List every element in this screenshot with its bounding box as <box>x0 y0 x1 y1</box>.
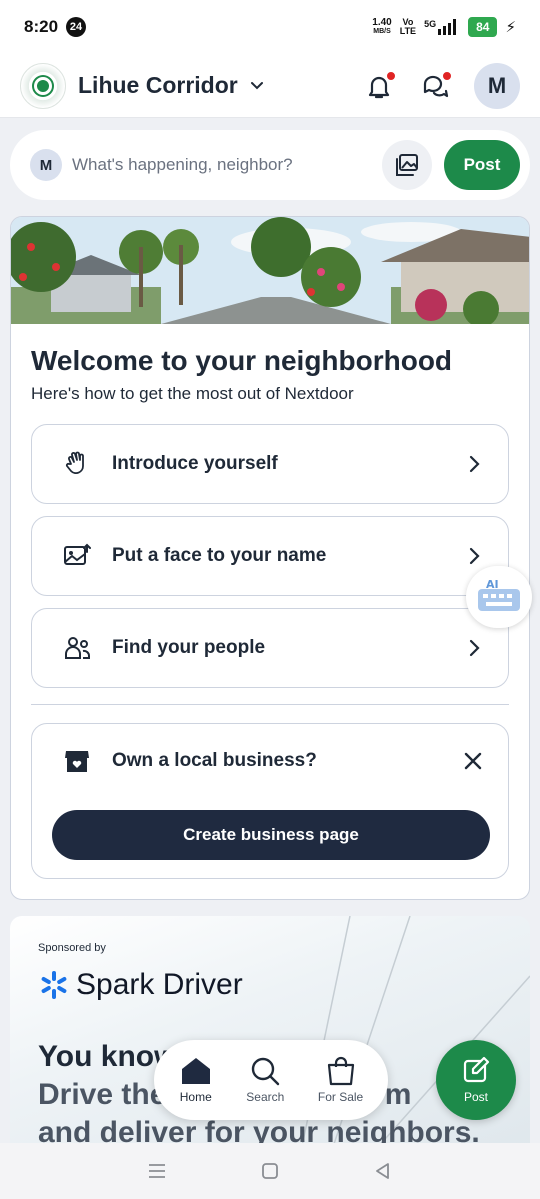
sponsored-ad[interactable]: Sponsored by Spark Driver You know Drive… <box>10 916 530 1156</box>
business-prompt-label: Own a local business? <box>112 750 317 771</box>
people-icon <box>62 633 92 663</box>
volte-indicator: Vo LTE <box>400 18 416 36</box>
signal-label: 5G <box>424 19 437 29</box>
status-bar: 8:20 24 1.40 MB/S Vo LTE 5G 84 ⚡ <box>0 0 540 54</box>
chevron-down-icon[interactable] <box>250 79 264 93</box>
close-icon[interactable] <box>462 750 484 772</box>
shopping-bag-icon <box>327 1056 354 1086</box>
fab-label: Post <box>463 1090 488 1104</box>
add-photo-icon <box>62 541 92 571</box>
step-find-people[interactable]: Find your people <box>31 608 509 688</box>
street-scene-illustration <box>11 217 529 324</box>
home-square-icon[interactable] <box>260 1161 280 1181</box>
home-icon <box>181 1058 210 1084</box>
welcome-subtitle: Here's how to get the most out of Nextdo… <box>31 384 354 403</box>
network-speed: 1.40 MB/S <box>372 18 391 36</box>
network-speed-unit: MB/S <box>373 28 391 35</box>
create-business-page-button[interactable]: Create business page <box>52 810 490 860</box>
photo-icon <box>396 154 418 176</box>
nav-label: Search <box>246 1090 285 1104</box>
compose-icon <box>463 1056 490 1083</box>
composer-placeholder[interactable]: What's happening, neighbor? <box>72 155 293 175</box>
signal-icon: 5G <box>424 19 460 35</box>
ai-keyboard-icon: AI <box>478 578 520 611</box>
chevron-right-icon <box>469 547 480 565</box>
notifications-button[interactable] <box>362 69 396 103</box>
neighborhood-hero-image <box>11 217 529 324</box>
message-dot <box>442 70 452 81</box>
status-indicators: 1.40 MB/S Vo LTE 5G 84 ⚡ <box>372 17 516 37</box>
app-header: Lihue Corridor M <box>0 54 540 118</box>
neighborhood-selector[interactable]: Lihue Corridor <box>78 72 238 99</box>
welcome-title: Welcome to your neighborhood <box>31 345 453 376</box>
post-fab-button[interactable]: Post <box>436 1040 516 1120</box>
nextdoor-logo[interactable] <box>20 62 66 109</box>
step-profile-photo[interactable]: Put a face to your name <box>31 516 509 596</box>
step-label: Introduce yourself <box>112 453 278 474</box>
system-navigation-bar <box>0 1143 540 1199</box>
status-time: 8:20 <box>24 17 59 36</box>
chevron-right-icon <box>469 639 480 657</box>
chevron-right-icon <box>469 455 480 473</box>
storefront-icon <box>62 746 92 776</box>
profile-avatar[interactable]: M <box>474 62 520 109</box>
volte-bottom: LTE <box>399 26 417 36</box>
notification-count-badge: 24 <box>66 17 87 37</box>
notification-dot <box>386 70 396 81</box>
ai-keyboard-widget[interactable]: AI <box>466 566 532 628</box>
nav-home[interactable]: Home <box>179 1056 213 1104</box>
composer-avatar: M <box>30 149 62 181</box>
search-icon <box>252 1057 280 1086</box>
wave-hand-icon <box>62 449 92 479</box>
battery-indicator: 84 <box>468 17 498 37</box>
composer-post-button[interactable]: Post <box>444 140 520 190</box>
recent-apps-icon[interactable] <box>147 1162 167 1180</box>
step-label: Put a face to your name <box>112 545 327 566</box>
sponsored-by-label: Sponsored by <box>38 942 106 954</box>
local-business-prompt: Own a local business? Create business pa… <box>31 723 509 879</box>
welcome-card: Welcome to your neighborhood Here's how … <box>10 216 530 900</box>
brand-name: Spark Driver <box>76 968 243 1001</box>
signal-bars-icon <box>438 19 457 35</box>
post-composer[interactable]: M What's happening, neighbor? Post <box>10 130 530 200</box>
ad-headline-line-start: Drive the <box>38 1078 167 1111</box>
charging-icon: ⚡ <box>505 19 516 36</box>
spark-driver-logo: Spark Driver <box>38 968 243 1002</box>
ai-label: AI <box>486 578 499 591</box>
step-introduce-yourself[interactable]: Introduce yourself <box>31 424 509 504</box>
network-speed-value: 1.40 <box>372 17 392 28</box>
divider <box>31 704 509 705</box>
nav-search[interactable]: Search <box>246 1056 284 1104</box>
spark-icon <box>41 971 67 999</box>
nav-label: For Sale <box>317 1090 364 1104</box>
step-label: Find your people <box>112 637 266 658</box>
bottom-nav: Home Search For Sale <box>154 1040 388 1120</box>
nav-label: Home <box>179 1090 212 1104</box>
add-photo-button[interactable] <box>382 140 432 190</box>
nav-for-sale[interactable]: For Sale <box>318 1056 363 1104</box>
back-triangle-icon[interactable] <box>373 1161 393 1181</box>
messages-button[interactable] <box>418 69 452 103</box>
